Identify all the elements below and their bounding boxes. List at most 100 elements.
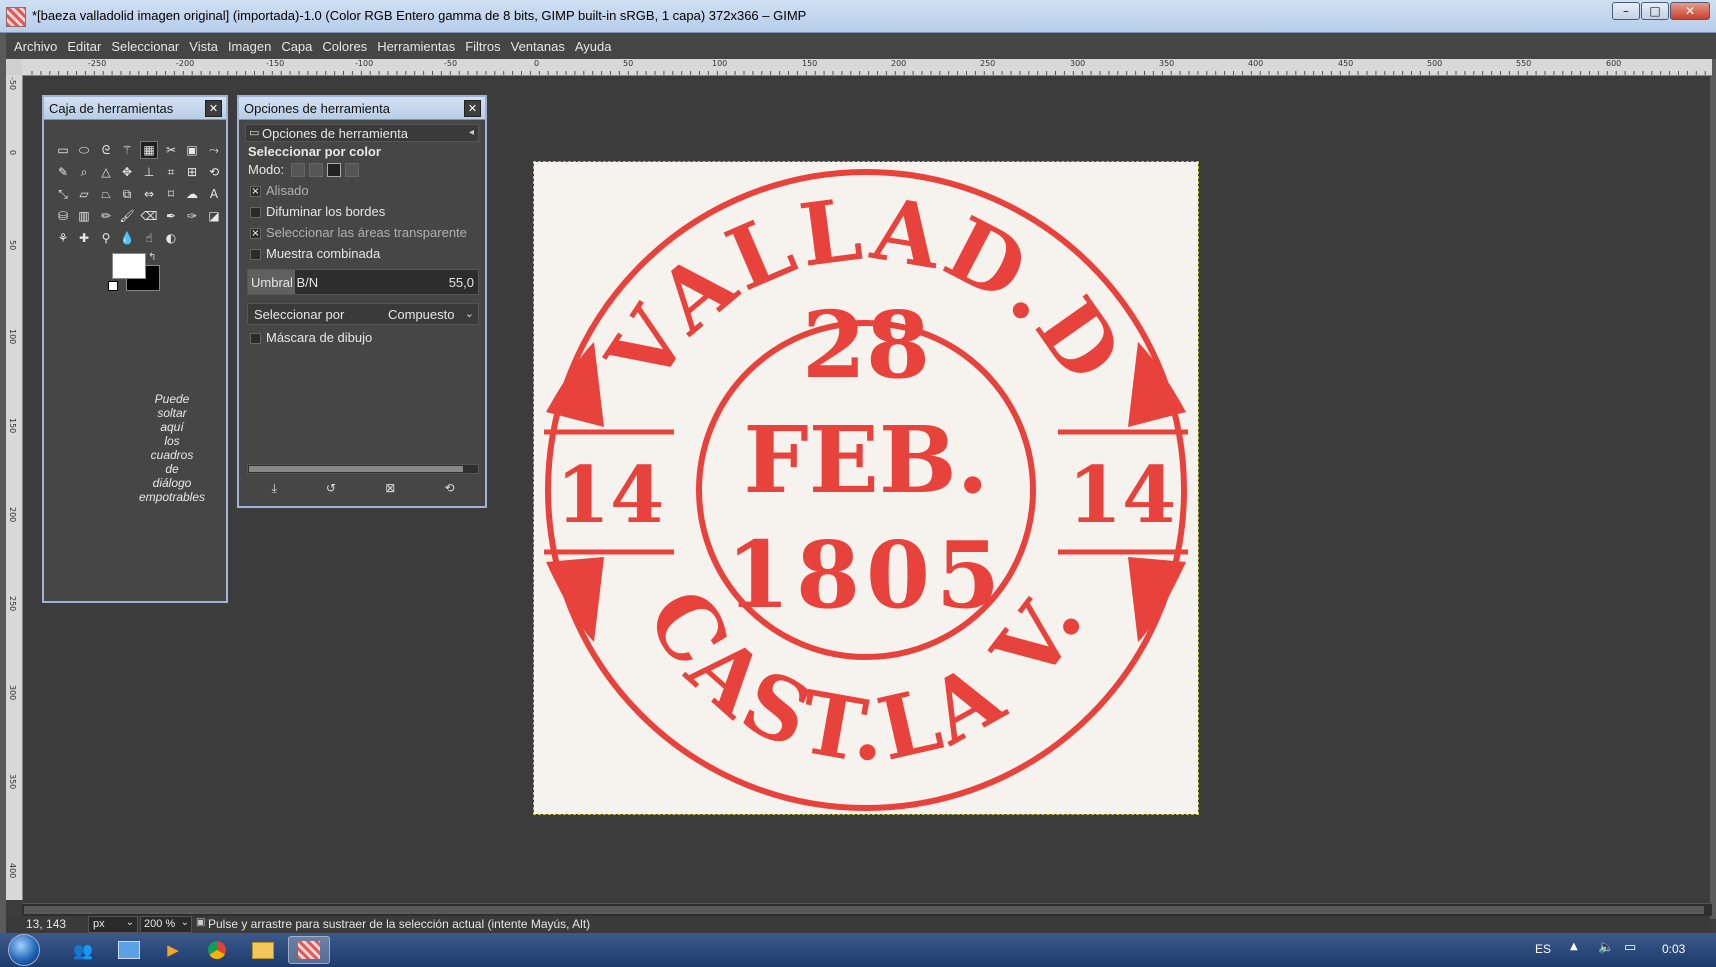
perspective-clone-icon[interactable]: ⚲ bbox=[97, 229, 115, 247]
gradient-icon[interactable]: ▥ bbox=[75, 207, 93, 225]
select-by-dropdown[interactable]: Seleccionar por Compuesto ⌄ bbox=[247, 303, 479, 325]
warp-icon[interactable]: ☁ bbox=[183, 185, 201, 203]
3d-transform-icon[interactable]: ⧉ bbox=[118, 185, 136, 203]
paths-icon[interactable]: ⤳ bbox=[205, 141, 223, 159]
ellipse-select-icon[interactable]: ⬭ bbox=[75, 141, 93, 159]
color-picker-icon[interactable]: ✎ bbox=[54, 163, 72, 181]
ruler-corner[interactable] bbox=[6, 59, 22, 75]
delete-options-icon[interactable]: ⊠ bbox=[385, 481, 395, 499]
bucket-fill-icon[interactable]: ⛁ bbox=[54, 207, 72, 225]
horizontal-ruler[interactable]: -250 -200 -150 -100 -50 0 50 100 150 200… bbox=[22, 59, 1712, 76]
taskbar-media-player-icon[interactable]: ▶ bbox=[154, 936, 192, 964]
maximize-button[interactable]: □ bbox=[1641, 2, 1669, 20]
align-icon[interactable]: ⊥ bbox=[140, 163, 158, 181]
options-scrollbar-thumb[interactable] bbox=[249, 466, 463, 472]
threshold-label: Umbral B/N bbox=[251, 275, 319, 290]
menu-imagen[interactable]: Imagen bbox=[223, 39, 276, 54]
menu-archivo[interactable]: Archivo bbox=[0, 39, 62, 54]
menu-seleccionar[interactable]: Seleccionar bbox=[106, 39, 184, 54]
options-scrollbar[interactable] bbox=[247, 464, 479, 474]
menu-ventanas[interactable]: Ventanas bbox=[506, 39, 570, 54]
pencil-icon[interactable]: ✏ bbox=[97, 207, 115, 225]
unified-transform-icon[interactable]: ⊞ bbox=[183, 163, 201, 181]
language-indicator[interactable]: ES bbox=[1535, 942, 1551, 956]
minimize-button[interactable]: – bbox=[1612, 2, 1640, 20]
zoom-icon[interactable]: ⌕ bbox=[75, 163, 93, 181]
zoom-dropdown[interactable]: 200 % ⌄ bbox=[140, 916, 192, 933]
mode-subtract-button[interactable] bbox=[327, 163, 341, 177]
scissors-icon[interactable]: ✂ bbox=[162, 141, 180, 159]
clone-icon[interactable]: ⚘ bbox=[54, 229, 72, 247]
taskbar-users-icon[interactable]: 👥 bbox=[64, 936, 102, 964]
canvas-horizontal-scrollbar[interactable] bbox=[22, 903, 1712, 916]
tray-expand-icon[interactable]: ▲ bbox=[1570, 941, 1578, 952]
menu-editar[interactable]: Editar bbox=[62, 39, 106, 54]
perspective-icon[interactable]: ⏢ bbox=[97, 185, 115, 203]
menu-colores[interactable]: Colores bbox=[317, 39, 372, 54]
ruler-label: -250 bbox=[88, 59, 107, 68]
start-button[interactable] bbox=[8, 934, 40, 966]
draw-mask-checkbox[interactable] bbox=[250, 333, 261, 344]
menu-ayuda[interactable]: Ayuda bbox=[570, 39, 617, 54]
foreground-color-swatch[interactable] bbox=[112, 253, 146, 279]
taskbar-chrome-icon[interactable] bbox=[198, 936, 236, 964]
smudge-icon[interactable]: ☝ bbox=[140, 229, 158, 247]
paintbrush-icon[interactable]: 🖌 bbox=[118, 207, 136, 225]
taskbar-folder-icon[interactable] bbox=[244, 936, 282, 964]
mode-add-button[interactable] bbox=[309, 163, 323, 177]
volume-icon[interactable]: 🔈 bbox=[1598, 940, 1614, 955]
rotate-icon[interactable]: ⟲ bbox=[205, 163, 223, 181]
restore-options-icon[interactable]: ↺ bbox=[326, 481, 336, 499]
mypaint-brush-icon[interactable]: ◪ bbox=[205, 207, 223, 225]
sample-merged-checkbox[interactable] bbox=[250, 249, 261, 260]
menu-filtros[interactable]: Filtros bbox=[460, 39, 505, 54]
default-colors-icon[interactable] bbox=[108, 281, 118, 291]
menu-capa[interactable]: Capa bbox=[276, 39, 317, 54]
canvas-scrollbar-thumb[interactable] bbox=[24, 906, 1704, 914]
mode-intersect-button[interactable] bbox=[345, 163, 359, 177]
menu-herramientas[interactable]: Herramientas bbox=[372, 39, 460, 54]
blur-icon[interactable]: 💧 bbox=[118, 229, 136, 247]
reset-options-icon[interactable]: ⟲ bbox=[444, 481, 454, 499]
mode-replace-button[interactable] bbox=[291, 163, 305, 177]
select-transparent-checkbox[interactable]: × bbox=[250, 228, 261, 239]
dodge-burn-icon[interactable]: ◐ bbox=[162, 229, 180, 247]
feather-checkbox[interactable] bbox=[250, 207, 261, 218]
image-canvas[interactable]: VALLAD.D CAST.LA V. 28 FEB. 1805 14 14 bbox=[533, 161, 1199, 815]
eraser-icon[interactable]: ⌫ bbox=[140, 207, 158, 225]
select-by-color-icon[interactable]: ▦ bbox=[140, 141, 158, 159]
tool-options-tab[interactable]: ▭ Opciones de herramienta ◂ bbox=[245, 124, 479, 142]
fuzzy-select-icon[interactable]: ⚚ bbox=[118, 141, 136, 159]
tab-menu-icon[interactable]: ◂ bbox=[469, 127, 474, 138]
mode-buttons bbox=[291, 163, 371, 177]
move-icon[interactable]: ✥ bbox=[118, 163, 136, 181]
network-icon[interactable]: ▭ bbox=[1624, 940, 1636, 955]
antialias-checkbox[interactable]: × bbox=[250, 186, 261, 197]
airbrush-icon[interactable]: ✒ bbox=[162, 207, 180, 225]
cage-icon[interactable]: ⌑ bbox=[162, 185, 180, 203]
unit-dropdown[interactable]: px ⌄ bbox=[88, 916, 138, 933]
save-options-icon[interactable]: ⤓ bbox=[272, 481, 277, 499]
foreground-select-icon[interactable]: ▣ bbox=[183, 141, 201, 159]
threshold-slider[interactable]: Umbral B/N 55,0 bbox=[247, 269, 479, 295]
menu-vista[interactable]: Vista bbox=[184, 39, 223, 54]
unit-value: px bbox=[93, 918, 105, 930]
text-icon[interactable]: A bbox=[205, 185, 223, 203]
taskbar-gimp-icon[interactable] bbox=[288, 936, 330, 964]
shear-icon[interactable]: ▱ bbox=[75, 185, 93, 203]
flip-icon[interactable]: ⇔ bbox=[140, 185, 158, 203]
vertical-ruler[interactable]: -50 0 50 100 150 200 250 300 350 400 bbox=[6, 75, 23, 900]
measure-icon[interactable]: △ bbox=[97, 163, 115, 181]
scale-icon[interactable]: ⤡ bbox=[54, 185, 72, 203]
tool-options-close-button[interactable]: ✕ bbox=[464, 100, 481, 117]
taskbar-explorer-icon[interactable] bbox=[110, 936, 148, 964]
rect-select-icon[interactable]: ▭ bbox=[54, 141, 72, 159]
ink-icon[interactable]: ✑ bbox=[183, 207, 201, 225]
toolbox-close-button[interactable]: ✕ bbox=[205, 100, 222, 117]
crop-icon[interactable]: ⌗ bbox=[162, 163, 180, 181]
heal-icon[interactable]: ✚ bbox=[75, 229, 93, 247]
free-select-icon[interactable]: ᘓ bbox=[97, 141, 115, 159]
swap-colors-icon[interactable]: ↰ bbox=[148, 252, 156, 263]
clock[interactable]: 0:03 bbox=[1662, 942, 1685, 956]
close-button[interactable]: ✕ bbox=[1670, 2, 1710, 20]
